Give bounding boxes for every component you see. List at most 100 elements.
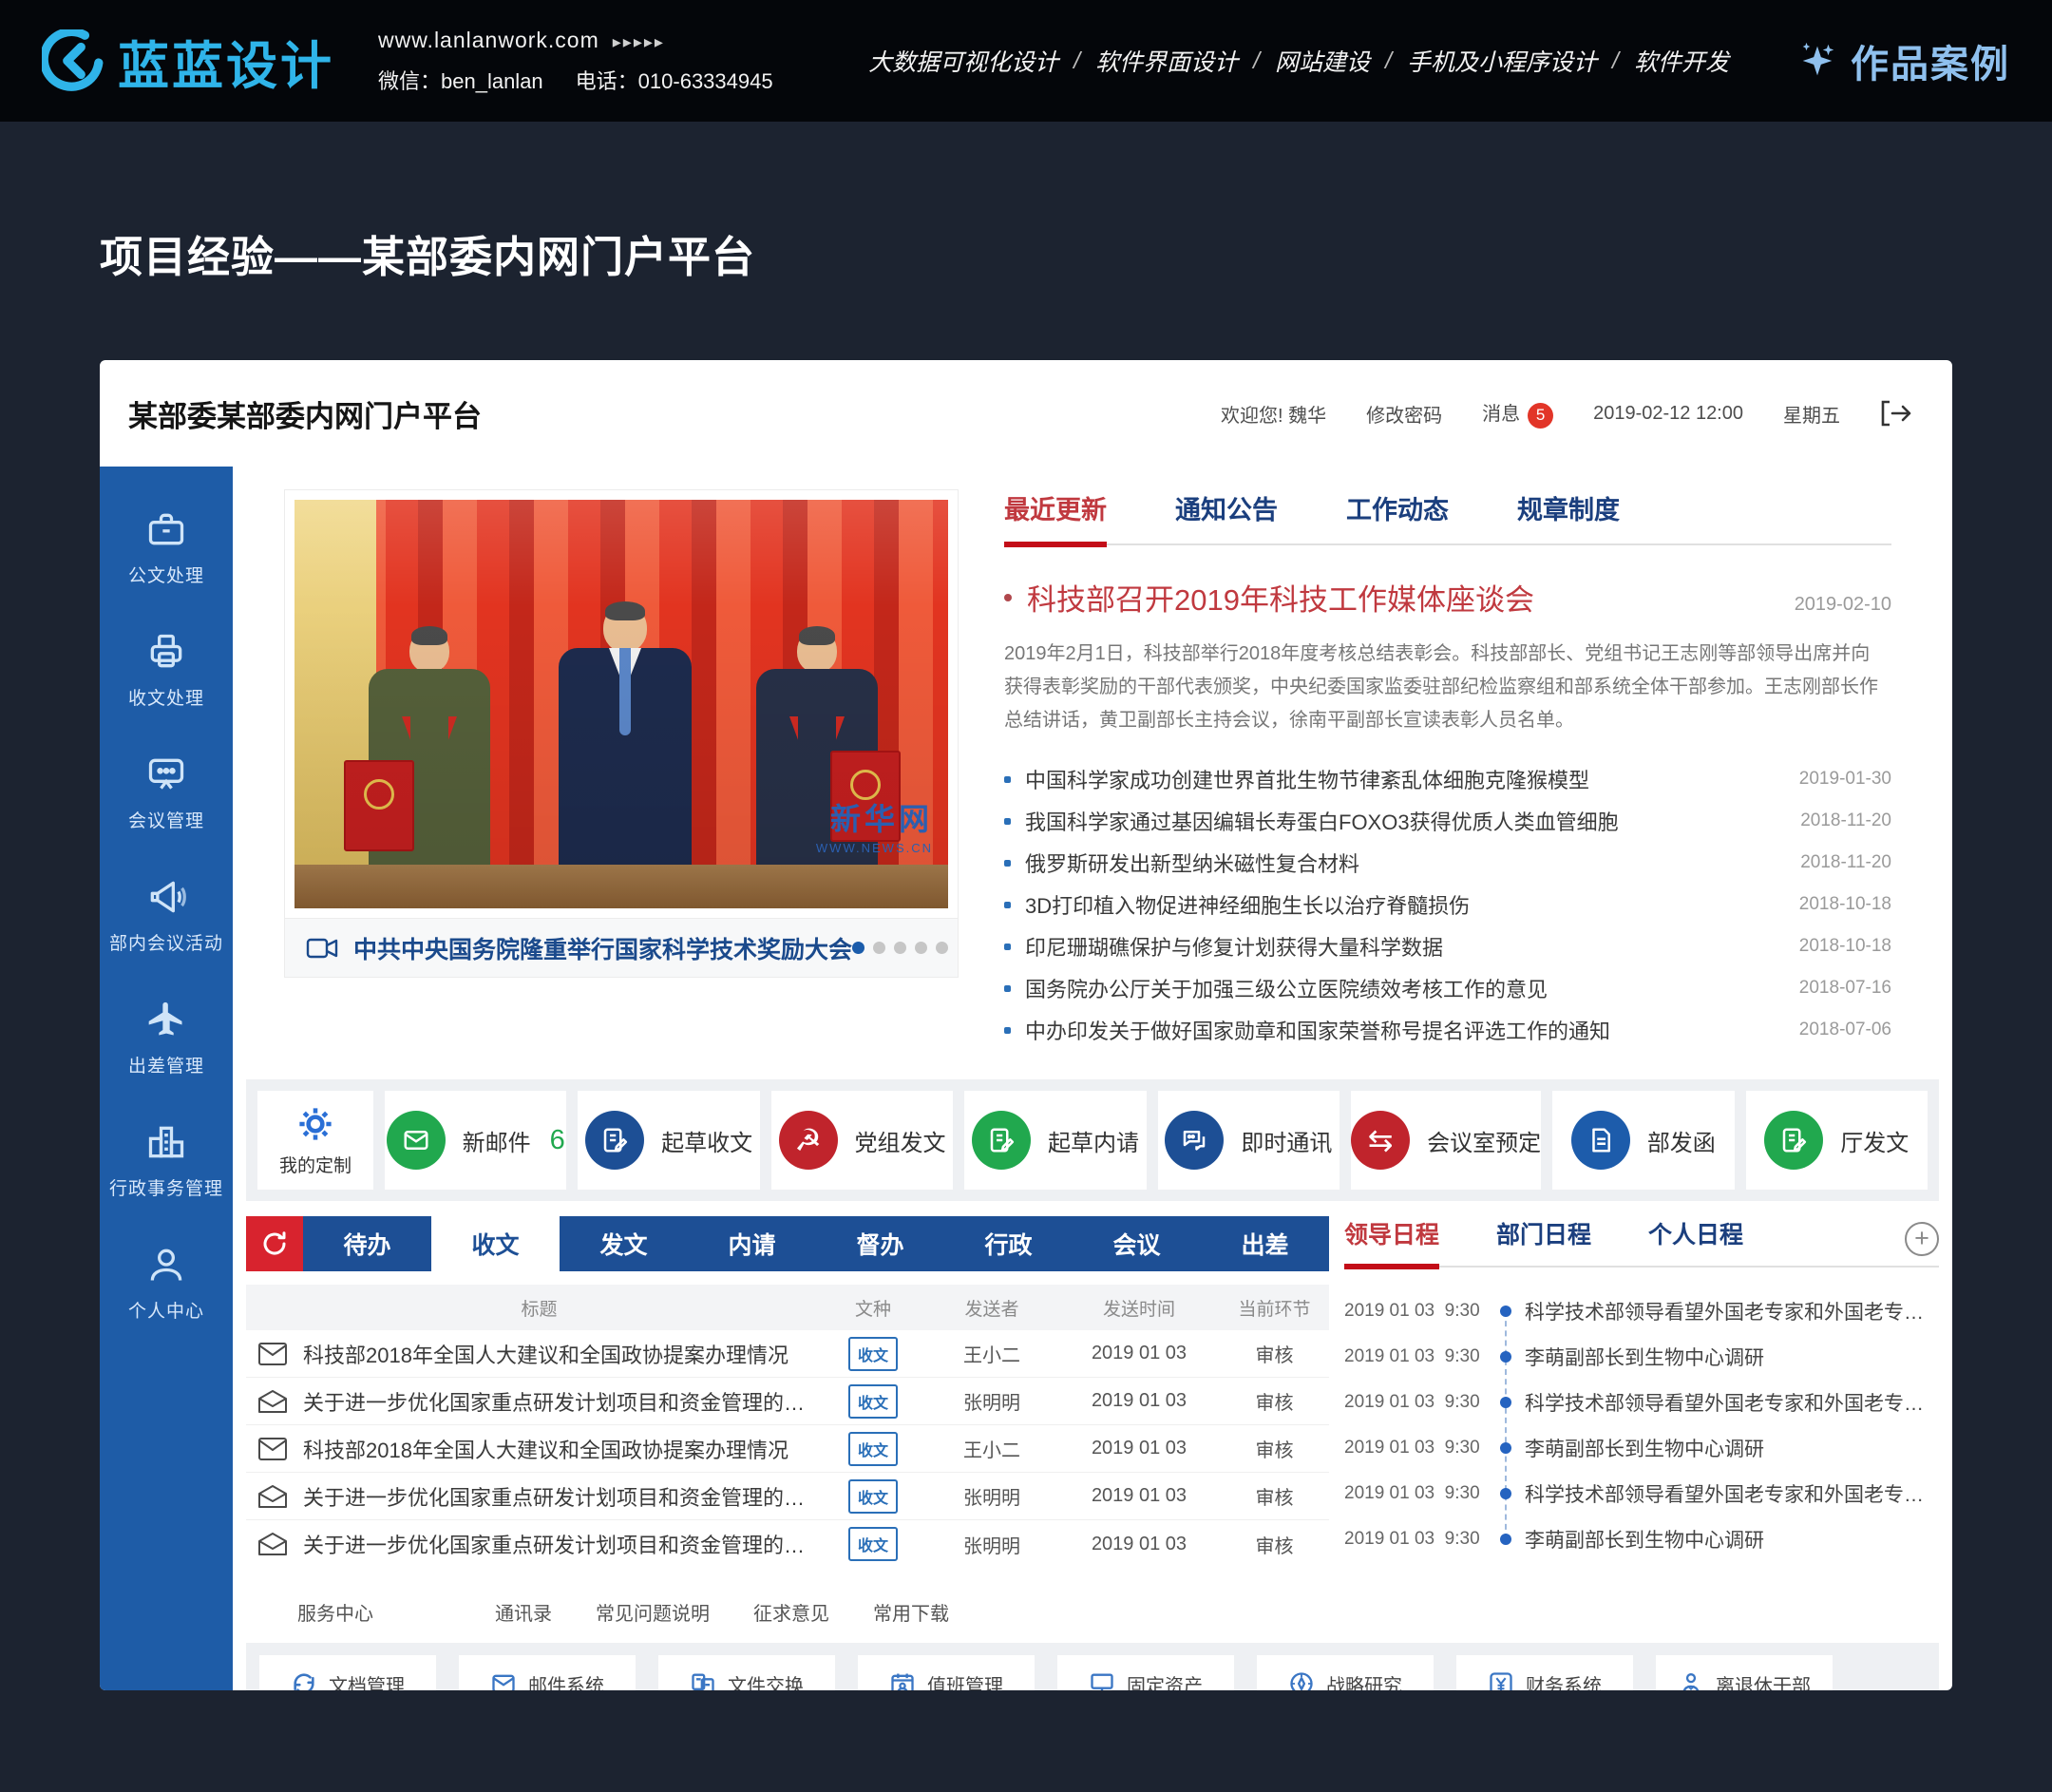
- footer-app-button[interactable]: 值班管理: [858, 1655, 1035, 1690]
- schedule-item[interactable]: 2019 01 03 9:30 科学技术部领导看望外国老专家和外国老专家家属: [1344, 1471, 1939, 1516]
- footer-link[interactable]: 常用下载: [873, 1598, 949, 1626]
- news-item-title: 中办印发关于做好国家勋章和国家荣誉称号提名评选工作的通知: [1025, 1015, 1610, 1045]
- news-item[interactable]: 俄罗斯研发出新型纳米磁性复合材料 2018-11-20: [1004, 842, 1891, 884]
- footer-app-button[interactable]: 战略研究: [1257, 1655, 1434, 1690]
- top-navigation: 大数据可视化设计/软件界面设计/网站建设/手机及小程序设计/软件开发: [868, 44, 1729, 78]
- sidebar-item[interactable]: 行政事务管理: [109, 1121, 223, 1200]
- news-tab[interactable]: 规章制度: [1517, 489, 1620, 547]
- footer-app-button[interactable]: 文档管理: [259, 1655, 436, 1690]
- wechat-label: 微信：ben_lanlan: [378, 69, 543, 93]
- sidebar-item[interactable]: 出差管理: [128, 999, 204, 1077]
- news-photo[interactable]: 新华网 WWW.NEWS.CN: [294, 500, 948, 908]
- portfolio-link[interactable]: 作品案例: [1796, 33, 2010, 88]
- schedule-item[interactable]: 2019 01 03 9:30 科学技术部领导看望外国老专家和外国老专家家属: [1344, 1380, 1939, 1425]
- footer-app-button[interactable]: 财务系统: [1456, 1655, 1633, 1690]
- schedule-tab[interactable]: 个人日程: [1648, 1216, 1743, 1269]
- quick-action[interactable]: 部发函: [1552, 1091, 1734, 1190]
- contact-block: www.lanlanwork.com▸▸▸▸▸ 微信：ben_lanlan电话：…: [378, 28, 773, 95]
- task-tab[interactable]: 会议: [1073, 1216, 1201, 1271]
- mail-icon: [490, 1670, 517, 1690]
- quick-action[interactable]: 起草收文: [578, 1091, 759, 1190]
- footer-link[interactable]: 常见问题说明: [596, 1598, 710, 1626]
- quick-action[interactable]: ⇆ 会议室预定: [1351, 1091, 1541, 1190]
- logo[interactable]: 蓝蓝设计: [42, 24, 334, 99]
- footer-app-button[interactable]: 邮件系统: [459, 1655, 636, 1690]
- carousel-dot[interactable]: [894, 942, 906, 954]
- task-tab[interactable]: 待办: [303, 1216, 431, 1271]
- schedule-item[interactable]: 2019 01 03 9:30 科学技术部领导看望外国老专家和外国老专家家属: [1344, 1288, 1939, 1334]
- featured-title[interactable]: 科技部召开2019年科技工作媒体座谈会: [1027, 576, 1534, 619]
- photo-caption[interactable]: 中共中央国务院隆重举行国家科学技术奖励大会: [353, 931, 852, 965]
- schedule-text: 李萌副部长到生物中心调研: [1525, 1343, 1764, 1371]
- table-row[interactable]: 关于进一步优化国家重点研发计划项目和资金管理的通知 收文 张明明 2019 01…: [246, 1378, 1329, 1425]
- quick-action[interactable]: 厅发文: [1746, 1091, 1928, 1190]
- top-nav-item[interactable]: 手机及小程序设计: [1407, 44, 1597, 78]
- tasks-tabbar: 待办收文发文内请督办行政会议出差: [246, 1216, 1329, 1271]
- carousel-dot[interactable]: [936, 942, 948, 954]
- news-tab[interactable]: 最近更新: [1004, 489, 1107, 547]
- task-tab[interactable]: 内请: [688, 1216, 816, 1271]
- news-item[interactable]: 中国科学家成功创建世界首批生物节律紊乱体细胞克隆猴模型 2019-01-30: [1004, 758, 1891, 800]
- news-item[interactable]: 3D打印植入物促进神经细胞生长以治疗脊髓损伤 2018-10-18: [1004, 884, 1891, 925]
- add-schedule-button[interactable]: +: [1905, 1222, 1939, 1256]
- sidebar-item[interactable]: 个人中心: [128, 1244, 204, 1323]
- table-row[interactable]: 科技部2018年全国人大建议和全国政协提案办理情况 收文 王小二 2019 01…: [246, 1330, 1329, 1378]
- footer-app-button[interactable]: 固定资产: [1057, 1655, 1234, 1690]
- featured-news[interactable]: 科技部召开2019年科技工作媒体座谈会 2019-02-10: [1004, 576, 1891, 619]
- schedule-tab[interactable]: 领导日程: [1344, 1216, 1439, 1269]
- news-item[interactable]: 国务院办公厅关于加强三级公立医院绩效考核工作的意见 2018-07-16: [1004, 967, 1891, 1009]
- news-tab[interactable]: 通知公告: [1175, 489, 1278, 547]
- quick-action-my-custom[interactable]: 我的定制: [257, 1091, 373, 1190]
- top-nav-item[interactable]: 软件开发: [1634, 44, 1729, 78]
- task-tab[interactable]: 发文: [560, 1216, 688, 1271]
- mail-open-icon: [257, 1484, 288, 1509]
- sidebar-item[interactable]: 公文处理: [128, 508, 204, 587]
- sidebar-item[interactable]: 收文处理: [128, 631, 204, 710]
- quick-action[interactable]: 起草内请: [964, 1091, 1146, 1190]
- task-tab[interactable]: 行政: [944, 1216, 1073, 1271]
- carousel-dot[interactable]: [852, 942, 864, 954]
- change-password-link[interactable]: 修改密码: [1366, 400, 1442, 428]
- messages-link[interactable]: 消息5: [1482, 398, 1553, 429]
- task-tab[interactable]: 出差: [1201, 1216, 1329, 1271]
- nav-separator: /: [1074, 48, 1080, 75]
- tasks-panel: 待办收文发文内请督办行政会议出差 标题文种发送者发送时间当前环节 科技部2018…: [246, 1216, 1329, 1568]
- news-item[interactable]: 中办印发关于做好国家勋章和国家荣誉称号提名评选工作的通知 2018-07-06: [1004, 1009, 1891, 1051]
- table-row[interactable]: 关于进一步优化国家重点研发计划项目和资金管理的通知 收文 张明明 2019 01…: [246, 1473, 1329, 1520]
- news-item[interactable]: 我国科学家通过基因编辑长寿蛋白FOXO3获得优质人类血管细胞 2018-11-2…: [1004, 800, 1891, 842]
- schedule-tab[interactable]: 部门日程: [1496, 1216, 1591, 1269]
- sidebar-item[interactable]: 会议管理: [128, 753, 204, 832]
- doc-type-badge: 收文: [848, 1384, 898, 1419]
- schedule-item[interactable]: 2019 01 03 9:30 李萌副部长到生物中心调研: [1344, 1425, 1939, 1471]
- sidebar-item[interactable]: 部内会议活动: [109, 876, 223, 955]
- quick-action[interactable]: 新邮件 6: [385, 1091, 566, 1190]
- table-row[interactable]: 关于进一步优化国家重点研发计划项目和资金管理的通知 收文 张明明 2019 01…: [246, 1520, 1329, 1568]
- task-tab[interactable]: 督办: [816, 1216, 944, 1271]
- top-nav-item[interactable]: 大数据可视化设计: [868, 44, 1058, 78]
- logout-icon[interactable]: [1880, 399, 1912, 428]
- party-emblem-icon: ☭: [779, 1111, 838, 1170]
- footer-app-button[interactable]: 离退休干部: [1656, 1655, 1833, 1690]
- doc-type-badge: 收文: [848, 1432, 898, 1466]
- carousel-dot[interactable]: [915, 942, 927, 954]
- footer-link[interactable]: 通讯录: [495, 1598, 552, 1626]
- news-tab[interactable]: 工作动态: [1346, 489, 1449, 547]
- schedule-text: 李萌副部长到生物中心调研: [1525, 1525, 1764, 1554]
- quick-action-label: 厅发文: [1840, 1124, 1909, 1157]
- task-tab[interactable]: 收文: [431, 1216, 560, 1271]
- quick-action[interactable]: ☭ 党组发文: [771, 1091, 953, 1190]
- news-item[interactable]: 印尼珊瑚礁保护与修复计划获得大量科学数据 2018-10-18: [1004, 925, 1891, 967]
- footer-app-button[interactable]: 文件交换: [658, 1655, 835, 1690]
- quick-action[interactable]: 即时通讯: [1158, 1091, 1340, 1190]
- website-link[interactable]: www.lanlanwork.com: [378, 28, 599, 52]
- news-item-date: 2018-07-16: [1782, 978, 1891, 999]
- top-nav-item[interactable]: 软件界面设计: [1095, 44, 1238, 78]
- top-nav-item[interactable]: 网站建设: [1275, 44, 1370, 78]
- footer-app-label: 财务系统: [1526, 1670, 1602, 1691]
- footer-link[interactable]: 服务中心: [297, 1598, 373, 1626]
- carousel-dot[interactable]: [873, 942, 885, 954]
- schedule-item[interactable]: 2019 01 03 9:30 李萌副部长到生物中心调研: [1344, 1334, 1939, 1380]
- table-row[interactable]: 科技部2018年全国人大建议和全国政协提案办理情况 收文 王小二 2019 01…: [246, 1425, 1329, 1473]
- schedule-item[interactable]: 2019 01 03 9:30 李萌副部长到生物中心调研: [1344, 1516, 1939, 1562]
- footer-link[interactable]: 征求意见: [753, 1598, 829, 1626]
